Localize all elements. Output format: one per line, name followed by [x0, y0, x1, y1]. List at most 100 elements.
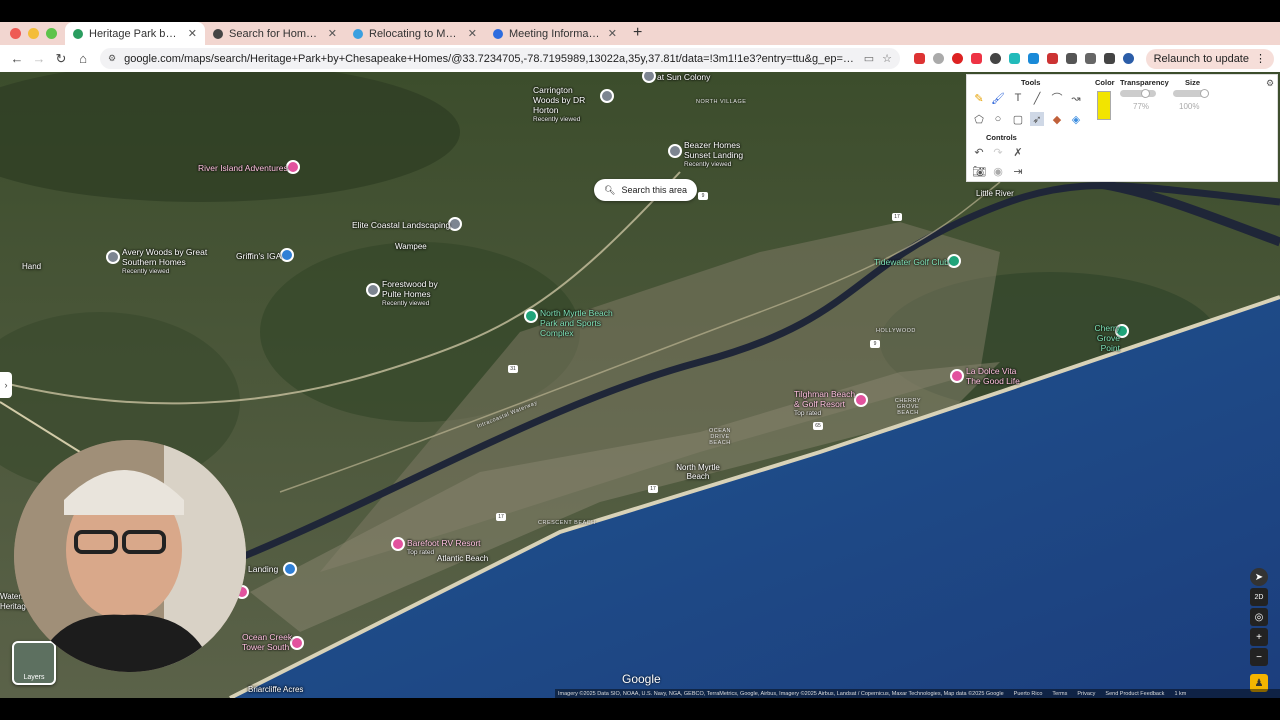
install-app-icon[interactable]: ▭ — [864, 52, 874, 65]
home-icon[interactable]: ⌂ — [72, 51, 94, 66]
tab-realscout[interactable]: Search for Homes | RealScout ✕ — [205, 22, 345, 45]
redo-icon[interactable]: ↷ — [991, 145, 1005, 159]
poi-label[interactable]: Avery Woods by Great Southern Homes Recen… — [122, 247, 212, 277]
undo-icon[interactable]: ↶ — [972, 145, 986, 159]
layers-button[interactable]: Layers — [12, 641, 56, 685]
site-info-icon[interactable]: ⚙ — [108, 53, 116, 64]
terms-link[interactable]: Terms — [1052, 691, 1067, 697]
zoom-in-button[interactable]: + — [1250, 628, 1268, 646]
poi-label[interactable]: at Sun Colony — [657, 72, 710, 82]
poi-label[interactable]: Carrington Woods by DR Horton Recently vi… — [533, 85, 601, 125]
settings-gear-icon[interactable]: ⚙ — [1263, 76, 1277, 90]
extension-icon[interactable] — [1066, 53, 1077, 64]
poi-marker-avery-woods[interactable] — [106, 250, 120, 264]
close-tab-icon[interactable]: ✕ — [608, 27, 617, 40]
bookmark-star-icon[interactable]: ☆ — [882, 52, 892, 65]
tab-zoom[interactable]: Meeting Information - Zoom ✕ — [485, 22, 625, 45]
expand-side-panel-button[interactable]: › — [0, 372, 12, 398]
poi-label[interactable]: Elite Coastal Landscaping — [352, 220, 450, 230]
eraser-icon[interactable]: ◆ — [1050, 112, 1064, 126]
close-window-button[interactable] — [10, 28, 21, 39]
poi-marker-forestwood[interactable] — [366, 283, 380, 297]
color-swatch[interactable] — [1097, 91, 1111, 120]
more-menu-icon[interactable]: ⋮ — [1255, 52, 1266, 65]
clear-drawing-icon[interactable]: ✗ — [1011, 145, 1025, 159]
fill-icon[interactable]: ◈ — [1069, 112, 1083, 126]
poi-label[interactable]: Beazer Homes Sunset Landing Recently view… — [684, 140, 744, 170]
back-arrow-icon[interactable]: ← — [6, 51, 28, 66]
extension-icon[interactable] — [1028, 53, 1039, 64]
extension-icon[interactable] — [990, 53, 1001, 64]
poi-marker-griffins-iga[interactable] — [280, 248, 294, 262]
poi-marker-carrington-woods[interactable] — [600, 89, 614, 103]
close-tab-icon[interactable]: ✕ — [188, 27, 197, 40]
media-icon[interactable] — [1104, 53, 1115, 64]
poi-label[interactable]: Forestwood by Pulte Homes Recently viewed — [382, 279, 442, 309]
url-text[interactable]: google.com/maps/search/Heritage+Park+by+… — [124, 53, 856, 65]
puzzle-icon[interactable] — [1085, 53, 1096, 64]
view-2d-button[interactable]: 2D — [1250, 588, 1268, 606]
maximize-window-button[interactable] — [46, 28, 57, 39]
transparency-slider-knob[interactable] — [1140, 89, 1150, 98]
profile-avatar[interactable] — [1123, 53, 1134, 64]
text-icon[interactable]: T — [1011, 91, 1025, 105]
poi-marker-tidewater-golf[interactable] — [947, 254, 961, 268]
poi-marker-beazer-homes[interactable] — [668, 144, 682, 158]
feedback-link[interactable]: Send Product Feedback — [1105, 691, 1164, 697]
poi-label[interactable]: Cherry Grove Point — [1086, 323, 1120, 353]
extension-icon[interactable] — [952, 53, 963, 64]
close-tab-icon[interactable]: ✕ — [328, 27, 337, 40]
extension-icon[interactable] — [914, 53, 925, 64]
poi-marker-barefoot-rv[interactable] — [391, 537, 405, 551]
poi-marker-river-island[interactable] — [286, 160, 300, 174]
poi-label[interactable]: La Dolce Vita The Good Life — [966, 366, 1026, 386]
minimize-window-button[interactable] — [28, 28, 39, 39]
my-location-icon[interactable]: ◎ — [1250, 608, 1268, 626]
tab-title: Search for Homes | RealScout — [229, 27, 322, 40]
scale-label[interactable]: 1 km — [1174, 691, 1186, 697]
camera-icon[interactable]: 📷︎ — [972, 164, 986, 178]
polygon-icon[interactable]: ⬠ — [972, 112, 986, 126]
size-slider-knob[interactable] — [1200, 89, 1209, 98]
compass-icon[interactable]: ➤ — [1250, 568, 1268, 586]
close-tab-icon[interactable]: ✕ — [468, 27, 477, 40]
poi-label[interactable]: Griffin's IGA — [236, 251, 281, 261]
address-bar[interactable]: ⚙ google.com/maps/search/Heritage+Park+b… — [100, 48, 900, 69]
poi-label[interactable]: Ocean Creek Tower South — [242, 632, 294, 652]
pencil-icon[interactable]: ✎ — [972, 91, 986, 105]
circle-icon[interactable]: ○ — [991, 112, 1005, 126]
new-tab-button[interactable]: + — [625, 24, 650, 45]
poi-label[interactable]: River Island Adventures — [198, 163, 288, 173]
poi-marker-landing[interactable] — [283, 562, 297, 576]
select-cursor-icon[interactable]: ➶ — [1030, 112, 1044, 126]
search-this-area-button[interactable]: 🔍︎ Search this area — [594, 179, 697, 201]
transparency-slider[interactable] — [1120, 90, 1156, 97]
marker-icon[interactable]: 🖌︎ — [991, 91, 1005, 105]
poi-marker-nmb-park[interactable] — [524, 309, 538, 323]
poi-label[interactable]: North Myrtle Beach Park and Sports Compl… — [540, 308, 632, 338]
tab-heritage-park[interactable]: Heritage Park by Chesapeake ✕ — [65, 22, 205, 45]
forward-arrow-icon[interactable]: → — [28, 51, 50, 66]
rectangle-icon[interactable]: ▢ — [1011, 112, 1025, 126]
arrow-line-icon[interactable]: ↝ — [1069, 91, 1083, 105]
tab-relocating[interactable]: Relocating to Myrtle Beach S ✕ — [345, 22, 485, 45]
poi-label[interactable]: Landing — [248, 564, 278, 574]
line-icon[interactable]: ╱ — [1030, 91, 1044, 105]
privacy-link[interactable]: Privacy — [1077, 691, 1095, 697]
tab-title: Meeting Information - Zoom — [509, 27, 602, 40]
region-link[interactable]: Puerto Rico — [1014, 691, 1043, 697]
poi-label[interactable]: Tidewater Golf Club — [874, 257, 949, 267]
poi-marker-la-dolce-vita[interactable] — [950, 369, 964, 383]
extension-icon[interactable] — [971, 53, 982, 64]
hide-eye-icon[interactable]: ◉ — [991, 164, 1005, 178]
relaunch-button[interactable]: Relaunch to update ⋮ — [1145, 48, 1274, 69]
reload-icon[interactable]: ↻ — [50, 51, 72, 67]
curve-icon[interactable]: ⌒ — [1050, 91, 1064, 105]
exit-icon[interactable]: ⇥ — [1011, 164, 1025, 178]
extension-icon[interactable] — [1047, 53, 1058, 64]
poi-label[interactable]: Tilghman Beach & Golf Resort Top rated — [794, 389, 858, 419]
presenter-video — [14, 440, 246, 672]
extension-icon[interactable] — [1009, 53, 1020, 64]
zoom-out-button[interactable]: − — [1250, 648, 1268, 666]
extension-icon[interactable] — [933, 53, 944, 64]
